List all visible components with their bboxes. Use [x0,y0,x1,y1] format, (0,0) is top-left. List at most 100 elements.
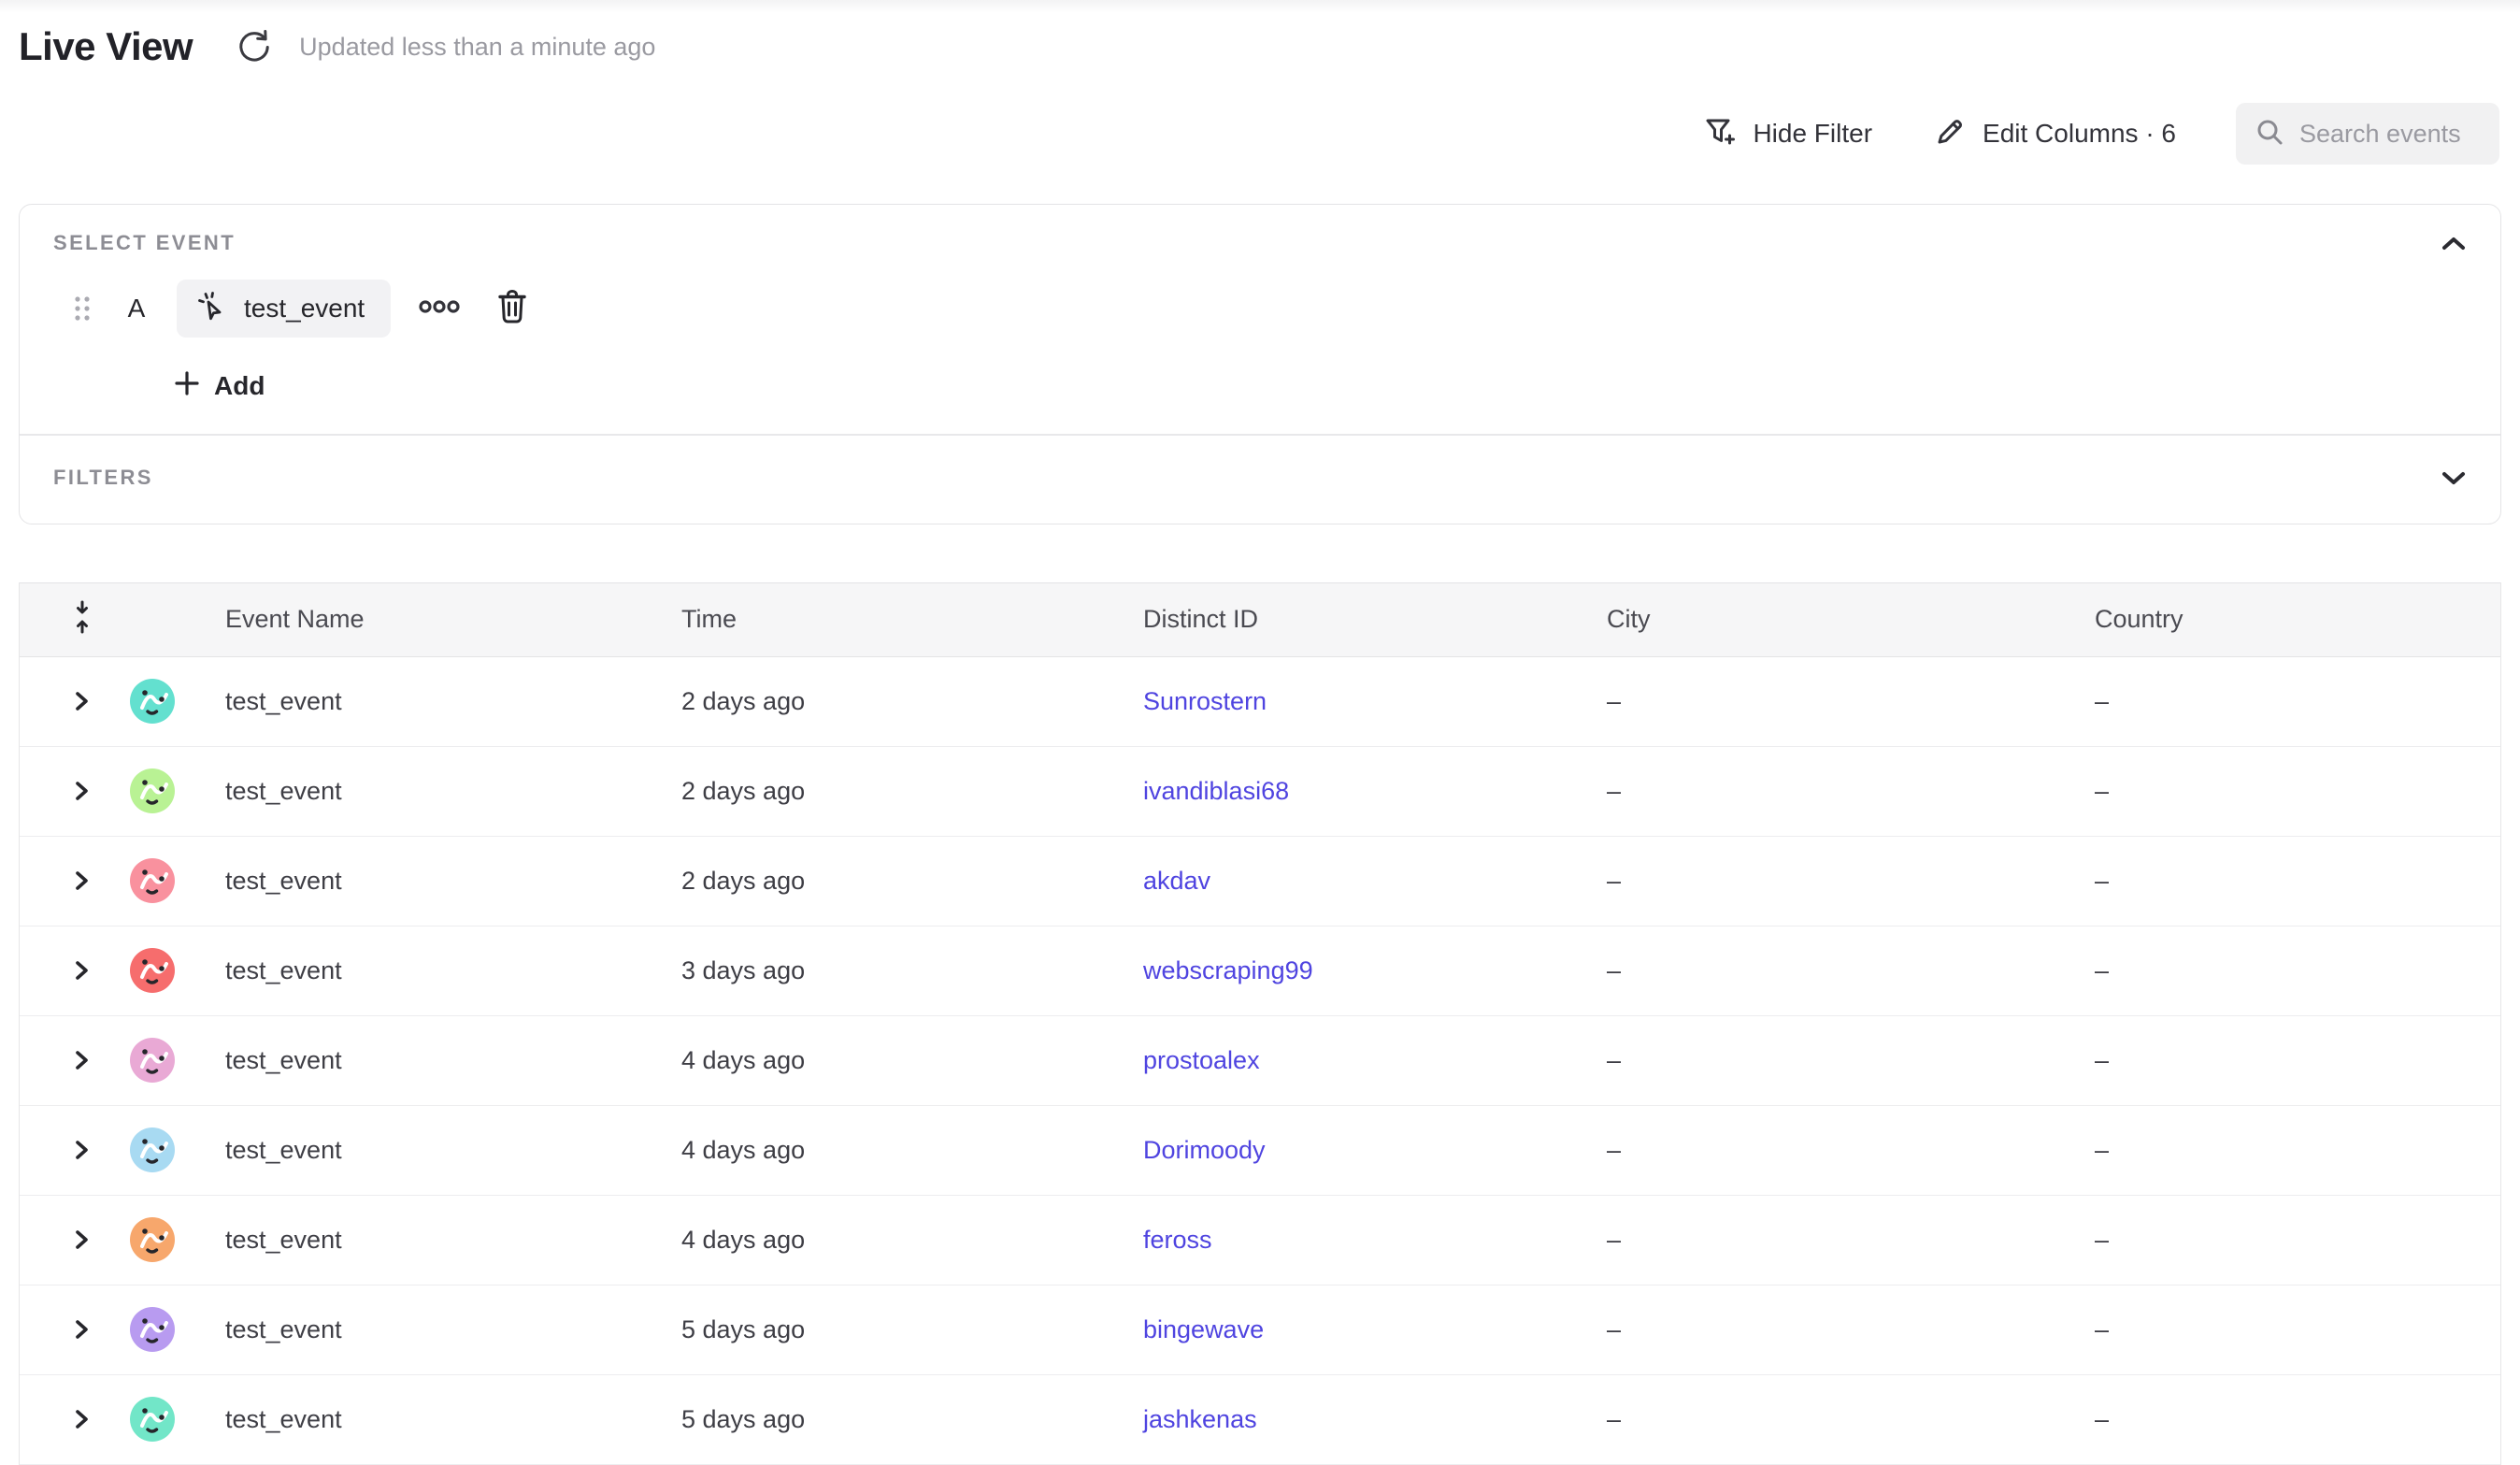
cell-time: 3 days ago [663,956,1124,985]
cell-distinct-id-link[interactable]: ivandiblasi68 [1143,777,1289,805]
cell-distinct-id-link[interactable]: akdav [1143,867,1210,895]
cell-country: – [2076,1405,2500,1434]
add-label: Add [214,371,265,401]
cell-time: 4 days ago [663,1226,1124,1255]
hide-filter-button[interactable]: Hide Filter [1702,114,1872,154]
refresh-button[interactable] [234,26,275,67]
cell-city: – [1588,956,2076,985]
cell-time: 2 days ago [663,867,1124,896]
cell-city: – [1588,777,2076,806]
cell-distinct-id-link[interactable]: bingewave [1143,1315,1264,1343]
cell-city: – [1588,1405,2076,1434]
cell-country: – [2076,867,2500,896]
table-row: test_event 5 days ago jashkenas – – [20,1375,2500,1465]
cell-country: – [2076,687,2500,716]
search-events-input[interactable] [2299,120,2483,149]
page-title: Live View [19,24,193,69]
cell-time: 5 days ago [663,1315,1124,1344]
cell-distinct-id-link[interactable]: Sunrostern [1143,687,1267,715]
collapse-vertical-icon [72,623,93,639]
search-icon [2255,117,2284,151]
cell-distinct-id-link[interactable]: webscraping99 [1143,956,1313,984]
expand-row-button[interactable] [72,1315,96,1343]
cell-event-name: test_event [207,777,663,806]
expand-row-button[interactable] [72,687,96,715]
cell-event-name: test_event [207,1315,663,1344]
user-avatar[interactable] [130,1038,207,1083]
table-row: test_event 4 days ago prostoalex – – [20,1016,2500,1106]
cell-country: – [2076,1136,2500,1165]
expand-row-button[interactable] [72,1136,96,1164]
user-avatar[interactable] [130,948,207,993]
search-events-box[interactable] [2236,103,2499,165]
expand-filters-button[interactable] [2435,462,2472,499]
drag-handle-icon[interactable] [72,292,96,325]
column-header-event-name[interactable]: Event Name [207,605,663,634]
filters-section: FILTERS [20,436,2500,524]
cell-event-name: test_event [207,1405,663,1434]
cell-city: – [1588,1315,2076,1344]
column-header-country[interactable]: Country [2076,605,2500,634]
hide-filter-label: Hide Filter [1753,119,1872,149]
cell-time: 4 days ago [663,1136,1124,1165]
page-header: Live View Updated less than a minute ago [0,0,2520,69]
event-selector-button[interactable]: test_event [177,280,391,338]
cell-city: – [1588,1046,2076,1075]
event-cursor-click-icon [195,290,229,328]
delete-event-button[interactable] [488,284,537,333]
chevron-up-icon [2441,236,2467,257]
cell-country: – [2076,956,2500,985]
table-row: test_event 3 days ago webscraping99 – – [20,926,2500,1016]
table-row: test_event 5 days ago bingewave – – [20,1285,2500,1375]
cell-distinct-id-link[interactable]: Dorimoody [1143,1136,1266,1164]
pencil-icon [1932,114,1968,154]
user-avatar[interactable] [130,1217,207,1262]
cell-event-name: test_event [207,1046,663,1075]
event-clause-row: A test_event [72,280,2467,338]
expand-row-button[interactable] [72,777,96,805]
table-row: test_event 2 days ago ivandiblasi68 – – [20,747,2500,837]
user-avatar[interactable] [130,768,207,813]
add-event-button[interactable]: Add [173,369,294,402]
events-table: Event Name Time Distinct ID City Country [19,582,2501,1465]
user-avatar[interactable] [130,679,207,724]
cell-time: 4 days ago [663,1046,1124,1075]
table-row: test_event 4 days ago feross – – [20,1196,2500,1285]
cell-distinct-id-link[interactable]: feross [1143,1226,1212,1254]
column-header-city[interactable]: City [1588,605,2076,634]
ellipsis-icon [418,299,461,319]
user-avatar[interactable] [130,1127,207,1172]
collapse-all-rows-button[interactable] [20,599,109,639]
table-row: test_event 2 days ago akdav – – [20,837,2500,926]
filters-label: FILTERS [53,466,2467,490]
cell-country: – [2076,1315,2500,1344]
table-row: test_event 4 days ago Dorimoody – – [20,1106,2500,1196]
user-avatar[interactable] [130,858,207,903]
expand-row-button[interactable] [72,867,96,895]
table-header-row: Event Name Time Distinct ID City Country [20,582,2500,657]
expand-row-button[interactable] [72,1226,96,1254]
expand-row-button[interactable] [72,1046,96,1074]
cell-country: – [2076,1226,2500,1255]
expand-row-button[interactable] [72,956,96,984]
updated-status-text: Updated less than a minute ago [299,33,655,62]
edit-columns-button[interactable]: Edit Columns · 6 [1932,114,2176,154]
event-more-options-button[interactable] [415,284,464,333]
cell-time: 5 days ago [663,1405,1124,1434]
cell-distinct-id-link[interactable]: jashkenas [1143,1405,1257,1433]
column-header-time[interactable]: Time [663,605,1124,634]
cell-event-name: test_event [207,687,663,716]
collapse-section-button[interactable] [2435,227,2472,265]
cell-event-name: test_event [207,1136,663,1165]
filter-plus-icon [1702,114,1738,154]
column-header-distinct-id[interactable]: Distinct ID [1124,605,1588,634]
select-event-section: SELECT EVENT A [20,205,2500,434]
cell-time: 2 days ago [663,777,1124,806]
cell-distinct-id-link[interactable]: prostoalex [1143,1046,1260,1074]
chevron-down-icon [2441,469,2467,491]
cell-event-name: test_event [207,867,663,896]
cell-event-name: test_event [207,956,663,985]
expand-row-button[interactable] [72,1405,96,1433]
user-avatar[interactable] [130,1307,207,1352]
user-avatar[interactable] [130,1397,207,1442]
